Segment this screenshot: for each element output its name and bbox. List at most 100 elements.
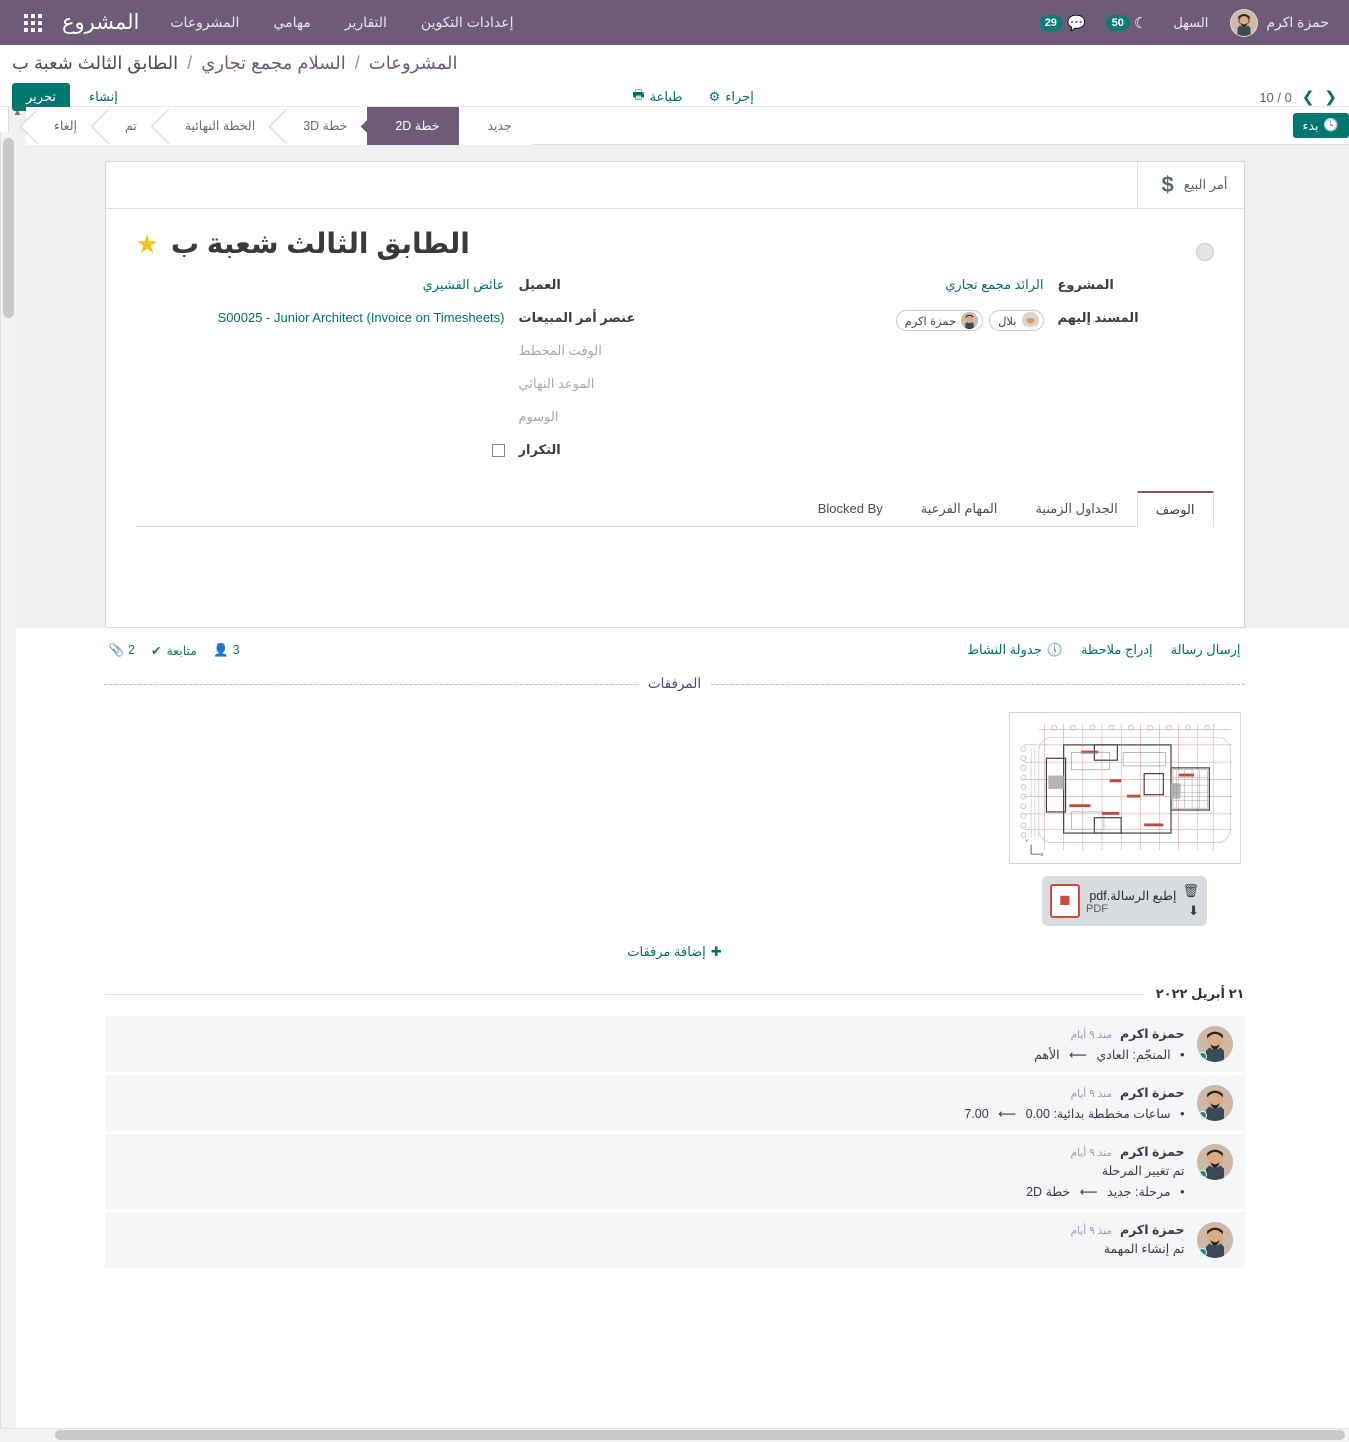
attachment-actions: 🗑 ⬇	[1182, 883, 1199, 919]
user-menu[interactable]: حمزة اكرم	[1224, 8, 1339, 37]
avatar	[961, 312, 979, 329]
control-panel-actions: إجراء ⚙ طباعة 🖶	[632, 86, 753, 108]
title-row: الطابق الثالث شعبة ب ★	[136, 227, 1214, 261]
chatter-followers-area: 3 👤 متابعة ✔ 2 📎	[109, 643, 240, 658]
attachments-button[interactable]: 2 📎	[109, 643, 136, 658]
kanban-state-selector[interactable]	[1195, 243, 1214, 261]
notebook-page-description[interactable]	[136, 527, 1214, 619]
date-separator: ٢١ أبريل ٢٠٢٢	[104, 986, 1245, 1002]
presence-indicator	[1197, 1111, 1207, 1120]
pager-previous-icon[interactable]: ❮	[1324, 90, 1337, 105]
chat-bubble-icon: 💬	[1066, 14, 1086, 32]
start-button[interactable]: 🕓 بدء	[1292, 113, 1349, 138]
breadcrumb-parent[interactable]: السلام مجمع تجاري	[201, 53, 346, 73]
arrow-icon: ⟵	[1069, 1048, 1088, 1062]
stage-new[interactable]: جديد	[459, 106, 532, 145]
field-deadline: الموعد النهائي	[136, 376, 675, 396]
assignee-tag[interactable]: حمزة اكرم	[895, 310, 984, 331]
tab-description[interactable]: الوصف	[1136, 491, 1214, 527]
recurrent-checkbox[interactable]	[491, 444, 505, 457]
pager-value: 10 / 0	[1259, 89, 1292, 105]
field-customer: العميل عائض القشيري	[136, 277, 675, 297]
vertical-scrollbar-thumb[interactable]	[3, 138, 14, 318]
field-assignees: المسند إليهم بلال حمزة اكرم	[675, 310, 1214, 331]
tracking-old-value: العادي	[1096, 1048, 1129, 1062]
attachment-type: PDF	[1086, 902, 1108, 915]
tracking-old-value: جديد	[1107, 1185, 1132, 1199]
sheet-body: الطابق الثالث شعبة ب ★ المشروع الرائد مج…	[106, 209, 1244, 619]
message-body: تم تغيير المرحلة	[1101, 1164, 1185, 1178]
assignee-tag[interactable]: بلال	[989, 310, 1044, 331]
download-icon[interactable]: ⬇	[1182, 903, 1199, 919]
sales-order-stat-button[interactable]: أمر البيع $	[1136, 162, 1244, 208]
pager: ❮ ❯ 10 / 0	[1259, 90, 1337, 105]
stage-2d-plan[interactable]: خطة 2D	[367, 106, 460, 145]
nav-configuration[interactable]: إعدادات التكوين	[404, 0, 531, 45]
breadcrumb-root[interactable]: المشروعات	[369, 53, 458, 73]
horizontal-scrollbar[interactable]	[0, 1428, 1349, 1442]
message-date: منذ ٩ أيام	[1070, 1029, 1112, 1041]
nav-projects[interactable]: المشروعات	[153, 0, 256, 45]
add-attachments-button[interactable]: ✚ إضافة مرفقات	[627, 944, 721, 960]
trash-icon[interactable]: 🗑	[1182, 883, 1199, 899]
gear-icon: ⚙	[708, 89, 721, 104]
following-button[interactable]: متابعة ✔	[151, 643, 197, 658]
attachment-thumbnail[interactable]: Y X	[1008, 712, 1241, 864]
field-customer-value[interactable]: عائض القشيري	[423, 277, 505, 293]
message-header: حمزة اكرم منذ ٩ أيام	[117, 1026, 1185, 1041]
activities-menu[interactable]: ☾ 50	[1096, 14, 1158, 32]
form-fields: المشروع الرائد مجمع تجاري المسند إليهم ب…	[136, 277, 1214, 475]
field-project-link[interactable]: الرائد مجمع تجاري	[945, 277, 1043, 292]
messages-menu[interactable]: 💬 29	[1029, 14, 1096, 32]
message-header: حمزة اكرم منذ ٩ أيام	[117, 1222, 1185, 1237]
send-message-button[interactable]: إرسال رسالة	[1171, 642, 1241, 658]
field-customer-link[interactable]: عائض القشيري	[423, 277, 505, 292]
horizontal-scrollbar-thumb[interactable]	[55, 1430, 1345, 1440]
presence-indicator	[1197, 1052, 1207, 1061]
message-item: حمزة اكرم منذ ٩ أيام تم إنشاء المهمة	[104, 1212, 1245, 1268]
vertical-scrollbar[interactable]	[0, 132, 16, 1442]
field-sale-order-item-value[interactable]: S00025 - Junior Architect (Invoice on Ti…	[218, 310, 505, 325]
stage-done[interactable]: تم	[97, 106, 157, 145]
stage-cancelled[interactable]: إلغاء	[26, 106, 97, 145]
nav-my-tasks[interactable]: مهامي	[256, 0, 327, 45]
field-project: المشروع الرائد مجمع تجاري	[675, 277, 1214, 297]
app-brand[interactable]: المشروع	[46, 10, 153, 35]
add-attachments-label: إضافة مرفقات	[627, 944, 706, 959]
presence-indicator	[1197, 1248, 1207, 1257]
field-assignees-value: بلال حمزة اكرم	[895, 310, 1044, 331]
attachment-file-row: 🗑 ⬇ إطبع الرسالة.pdf PDF ■	[1042, 876, 1207, 926]
message-item: حمزة اكرم منذ ٩ أيام تم تغيير المرحلة • …	[104, 1134, 1245, 1209]
tab-subtasks[interactable]: المهام الفرعية	[902, 491, 1017, 527]
field-assignees-label: المسند إليهم	[1057, 310, 1139, 325]
message-author: حمزة اكرم	[1119, 1223, 1185, 1237]
tab-timesheets[interactable]: الجداول الزمنية	[1016, 491, 1136, 527]
action-menu[interactable]: إجراء ⚙	[709, 89, 754, 105]
statusbar-row: 🕓 بدء جديد خطة 2D خطة 3D الخطة النهائية …	[0, 106, 1349, 145]
stage-final-plan[interactable]: الخطة النهائية	[156, 106, 276, 145]
attachments-section: المرفقات Y X 🗑 ⬇ إطبع الرسالة.pdf PDF ■ …	[105, 676, 1245, 960]
pager-next-icon[interactable]: ❯	[1302, 90, 1315, 105]
field-planned-time: الوقت المخطط	[136, 343, 675, 363]
nav-reports[interactable]: التقارير	[328, 0, 404, 45]
message-tracking: • ساعات مخططة بدائية: 0.00 ⟵ 7.00	[964, 1107, 1185, 1121]
assignee-name: حمزة اكرم	[904, 315, 957, 328]
apps-grid-icon[interactable]	[24, 13, 42, 32]
field-planned-time-label: الوقت المخطط	[518, 343, 602, 358]
bullet-icon: •	[1180, 1185, 1185, 1199]
field-project-value[interactable]: الرائد مجمع تجاري	[945, 277, 1043, 293]
followers-button[interactable]: 3 👤	[213, 643, 240, 658]
assignee-name: بلال	[998, 315, 1017, 328]
log-note-button[interactable]: إدراج ملاحظة	[1081, 642, 1153, 658]
stage-3d-plan[interactable]: خطة 3D	[275, 106, 368, 145]
avatar	[1196, 1026, 1233, 1062]
print-menu[interactable]: طباعة 🖶	[632, 86, 682, 108]
field-sale-order-item-link[interactable]: S00025 - Junior Architect (Invoice on Ti…	[218, 310, 505, 325]
notebook: الوصف الجداول الزمنية المهام الفرعية Blo…	[135, 491, 1214, 619]
tab-blocked-by[interactable]: Blocked By	[799, 491, 902, 527]
tracking-new-value: الأهم	[1034, 1048, 1060, 1062]
assignee-tags: بلال حمزة اكرم	[895, 310, 1044, 331]
favorite-star-icon[interactable]: ★	[136, 231, 159, 257]
sandbox-label[interactable]: السهل	[1157, 15, 1224, 31]
schedule-activity-button[interactable]: 🕔 جدولة النشاط	[967, 642, 1063, 658]
